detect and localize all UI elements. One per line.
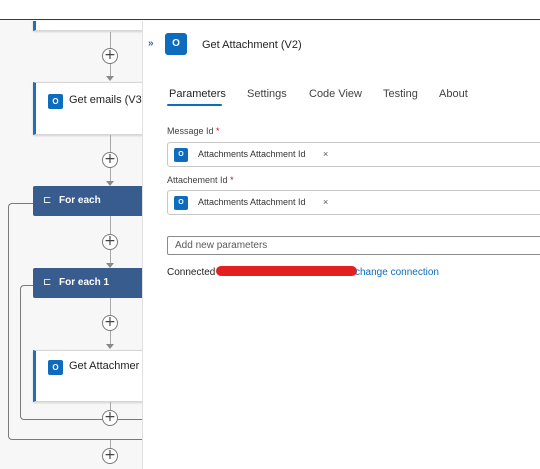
collapse-panel-icon[interactable]: » (148, 38, 153, 49)
designer-canvas[interactable]: + O Get emails (V3 + ⊏ For each + ⊏ For … (0, 21, 142, 469)
required-mark: * (216, 126, 220, 136)
message-id-field[interactable]: O Attachments Attachment Id × (167, 142, 540, 167)
loop-icon: ⊏ (43, 277, 52, 288)
insert-step-button[interactable]: + (102, 152, 118, 168)
message-id-label: Message Id * (167, 126, 220, 136)
tab-parameters[interactable]: Parameters (169, 88, 226, 100)
active-tab-indicator (167, 104, 222, 106)
for-each-1-label: For each 1 (59, 277, 110, 288)
panel-title[interactable]: Get Attachment (V2) (202, 39, 302, 51)
remove-token-icon[interactable]: × (323, 197, 328, 207)
connected-label: Connected (167, 267, 216, 278)
insert-step-button[interactable]: + (102, 410, 118, 426)
tab-settings[interactable]: Settings (247, 88, 287, 100)
action-details-panel: » O Get Attachment (V2) Parameters Setti… (142, 21, 540, 469)
token-label: Attachments Attachment Id (198, 197, 306, 207)
connector-arrow (106, 76, 114, 81)
connector-arrow (106, 344, 114, 349)
outlook-icon: O (174, 148, 188, 162)
outlook-icon: O (48, 360, 63, 375)
change-connection-link[interactable]: change connection (355, 267, 439, 278)
redacted-connection-name (216, 266, 357, 276)
for-each-label: For each (59, 195, 101, 206)
attachement-id-field[interactable]: O Attachments Attachment Id × (167, 190, 540, 215)
insert-step-button[interactable]: + (102, 315, 118, 331)
insert-step-button[interactable]: + (102, 234, 118, 250)
outlook-icon: O (165, 33, 187, 55)
get-attachment-title: Get Attachmer (69, 360, 140, 372)
previous-action-card[interactable] (33, 21, 142, 31)
get-emails-title: Get emails (V3 (69, 94, 142, 106)
tab-code-view[interactable]: Code View (309, 88, 362, 100)
for-each-header[interactable]: ⊏ For each (33, 186, 142, 216)
get-emails-card[interactable]: O Get emails (V3 (33, 82, 142, 135)
outlook-icon: O (174, 196, 188, 210)
insert-step-button[interactable]: + (102, 48, 118, 64)
insert-step-button[interactable]: + (102, 448, 118, 464)
for-each-1-header[interactable]: ⊏ For each 1 (33, 268, 142, 298)
loop-icon: ⊏ (43, 195, 52, 206)
add-parameters-placeholder: Add new parameters (175, 240, 268, 251)
required-mark: * (230, 175, 234, 185)
outlook-icon: O (48, 94, 63, 109)
token-label: Attachments Attachment Id (198, 149, 306, 159)
top-bar (0, 0, 540, 20)
remove-token-icon[interactable]: × (323, 149, 328, 159)
get-attachment-card[interactable]: O Get Attachmer (33, 350, 142, 402)
add-parameters-dropdown[interactable]: Add new parameters (167, 236, 540, 255)
attachement-id-label: Attachement Id * (167, 175, 234, 185)
tab-testing[interactable]: Testing (383, 88, 418, 100)
tab-about[interactable]: About (439, 88, 468, 100)
